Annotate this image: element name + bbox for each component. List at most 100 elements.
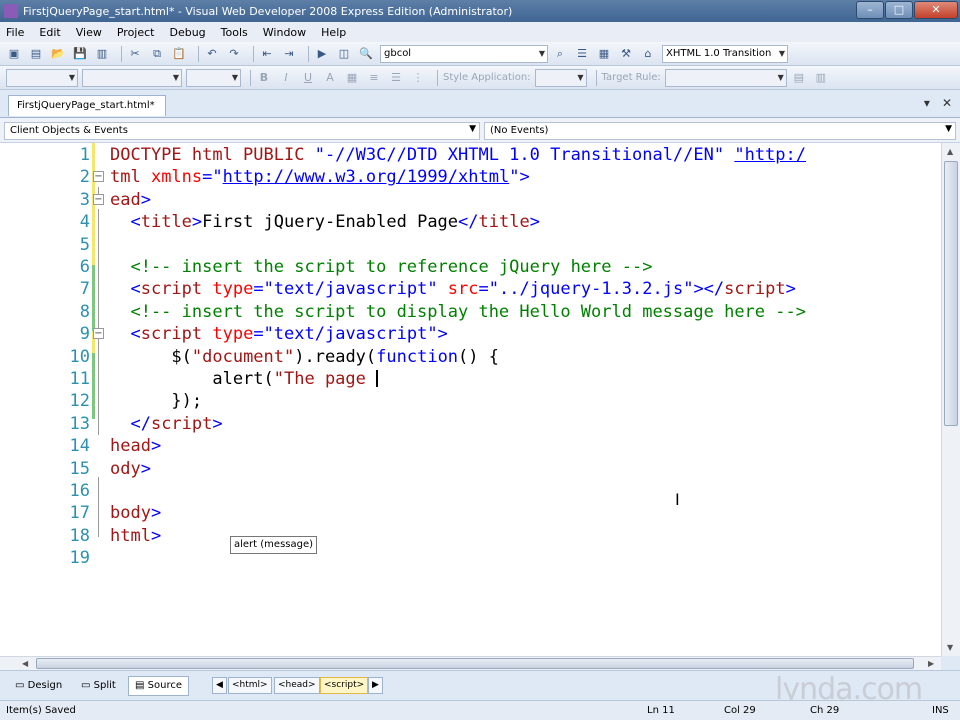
toolbox-icon[interactable]: ⚒ [618, 46, 634, 62]
horizontal-scrollbar[interactable]: ◀ ▶ [0, 656, 941, 670]
navigate-backward-icon[interactable]: ⇤ [259, 46, 275, 62]
close-document-button[interactable]: ✕ [942, 96, 952, 110]
block-format-combo[interactable]: ▼ [6, 68, 78, 87]
code-editor[interactable]: 1 DOCTYPE html PUBLIC "-//W3C//DTD XHTML … [0, 143, 941, 656]
close-window-button[interactable]: ✕ [914, 1, 958, 19]
breadcrumb-head[interactable]: <head> [274, 677, 320, 694]
document-tab[interactable]: FirstjQueryPage_start.html* [8, 95, 166, 116]
horizontal-scroll-thumb[interactable] [36, 658, 914, 669]
minimize-button[interactable]: – [856, 1, 884, 19]
bold-button[interactable]: B [256, 70, 272, 86]
scroll-left-icon[interactable]: ◀ [22, 659, 28, 668]
code-line[interactable]: 6 <!-- insert the script to reference jQ… [0, 257, 941, 279]
find-icon[interactable]: 🔍 [358, 46, 374, 62]
code-line[interactable]: 12 }); [0, 391, 941, 413]
font-color-icon[interactable]: A [322, 70, 338, 86]
scroll-up-icon[interactable]: ▲ [947, 147, 953, 156]
save-icon[interactable]: 💾 [72, 46, 88, 62]
toolbar-separator [198, 45, 199, 62]
scroll-down-icon[interactable]: ▼ [947, 643, 953, 652]
maximize-button[interactable]: □ [885, 1, 913, 19]
menu-help[interactable]: Help [321, 26, 346, 39]
find-in-files-icon[interactable]: ⌕ [552, 46, 568, 62]
breadcrumb-html[interactable]: <html> [228, 677, 272, 694]
collapse-icon[interactable]: − [93, 328, 104, 340]
window-list-icon[interactable]: ▾ [924, 96, 930, 110]
code-line[interactable]: 19 [0, 548, 941, 570]
save-all-icon[interactable]: ▥ [94, 46, 110, 62]
new-style-icon[interactable]: ▤ [791, 70, 807, 86]
code-line[interactable]: 7 <script type="text/javascript" src="..… [0, 279, 941, 301]
undo-icon[interactable]: ↶ [204, 46, 220, 62]
code-line[interactable]: 3− ead> [0, 190, 941, 212]
vertical-scroll-thumb[interactable] [944, 161, 958, 426]
justify-icon[interactable]: ≡ [366, 70, 382, 86]
menu-file[interactable]: File [6, 26, 24, 39]
code-line[interactable]: 10 $("document").ready(function() { [0, 347, 941, 369]
solution-explorer-icon[interactable]: ☰ [574, 46, 590, 62]
font-name-combo[interactable]: ▼ [82, 68, 182, 87]
code-line[interactable]: 15 ody> [0, 459, 941, 481]
code-line[interactable]: 18 html> [0, 526, 941, 548]
breadcrumb-script[interactable]: <script> [320, 677, 369, 694]
code-line[interactable]: 11 alert("The page [0, 369, 941, 391]
code-line[interactable]: 13 </script> [0, 414, 941, 436]
code-token: <!-- insert the script to display the He… [110, 301, 806, 322]
copy-icon[interactable]: ⧉ [149, 46, 165, 62]
design-view-button[interactable]: ▭ Design [8, 676, 69, 696]
menu-view[interactable]: View [76, 26, 102, 39]
split-view-button[interactable]: ▭ Split [74, 676, 123, 696]
code-line[interactable]: 14 head> [0, 436, 941, 458]
add-item-icon[interactable]: ▤ [28, 46, 44, 62]
style-application-combo[interactable]: ▼ [534, 68, 587, 87]
breadcrumb-back-icon[interactable]: ◀ [212, 677, 227, 694]
cut-icon[interactable]: ✂ [127, 46, 143, 62]
paste-icon[interactable]: 📋 [171, 46, 187, 62]
code-line[interactable]: 9− <script type="text/javascript"> [0, 324, 941, 346]
code-line[interactable]: 4 <title>First jQuery-Enabled Page</titl… [0, 212, 941, 234]
menu-window[interactable]: Window [263, 26, 306, 39]
target-rule-combo[interactable]: ▼ [664, 68, 787, 87]
code-line[interactable]: 16 [0, 481, 941, 503]
target-rule-label: Target Rule: [601, 72, 661, 83]
code-line[interactable]: 2− tml xmlns="http://www.w3.org/1999/xhtm… [0, 167, 941, 189]
font-size-combo[interactable]: ▼ [186, 68, 241, 87]
italic-button[interactable]: I [278, 70, 294, 86]
menu-project[interactable]: Project [117, 26, 155, 39]
events-dropdown[interactable]: (No Events) ▼ [484, 122, 956, 140]
code-line[interactable]: 5 [0, 235, 941, 257]
attach-style-icon[interactable]: ▥ [813, 70, 829, 86]
view-in-browser-icon[interactable]: ◫ [336, 46, 352, 62]
code-line[interactable]: 17 body> [0, 503, 941, 525]
navigate-forward-icon[interactable]: ⇥ [281, 46, 297, 62]
collapse-icon[interactable]: − [93, 193, 104, 205]
doctype-combo[interactable]: XHTML 1.0 Transition ▼ [662, 44, 788, 63]
underline-button[interactable]: U [300, 70, 316, 86]
code-line[interactable]: 8 <!-- insert the script to display the … [0, 302, 941, 324]
properties-icon[interactable]: ▦ [596, 46, 612, 62]
start-page-icon[interactable]: ⌂ [640, 46, 656, 62]
code-line[interactable]: 1 DOCTYPE html PUBLIC "-//W3C//DTD XHTML … [0, 145, 941, 167]
open-file-icon[interactable]: 📂 [50, 46, 66, 62]
collapse-icon[interactable]: − [93, 171, 104, 183]
start-debugging-icon[interactable]: ▶ [314, 46, 330, 62]
bulleted-list-icon[interactable]: ☰ [388, 70, 404, 86]
code-text: DOCTYPE html PUBLIC "-//W3C//DTD XHTML 1… [110, 145, 806, 165]
new-project-icon[interactable]: ▣ [6, 46, 22, 62]
source-view-button[interactable]: ▤ Source [128, 676, 189, 696]
scroll-right-icon[interactable]: ▶ [928, 659, 934, 668]
code-token: }); [110, 391, 203, 412]
chevron-down-icon: ▼ [777, 72, 784, 82]
menu-edit[interactable]: Edit [39, 26, 60, 39]
code-text: head> [110, 436, 161, 456]
vertical-scrollbar[interactable]: ▲ ▼ [941, 143, 960, 656]
highlight-icon[interactable]: ▦ [344, 70, 360, 86]
redo-icon[interactable]: ↷ [226, 46, 242, 62]
find-combo[interactable]: gbcol ▼ [380, 44, 548, 63]
menu-debug[interactable]: Debug [169, 26, 205, 39]
client-objects-dropdown[interactable]: Client Objects & Events ▼ [4, 122, 480, 140]
code-text: <!-- insert the script to reference jQue… [110, 257, 652, 277]
numbered-list-icon[interactable]: ⋮ [410, 70, 426, 86]
menu-tools[interactable]: Tools [221, 26, 248, 39]
breadcrumb-forward-icon[interactable]: ▶ [368, 677, 383, 694]
